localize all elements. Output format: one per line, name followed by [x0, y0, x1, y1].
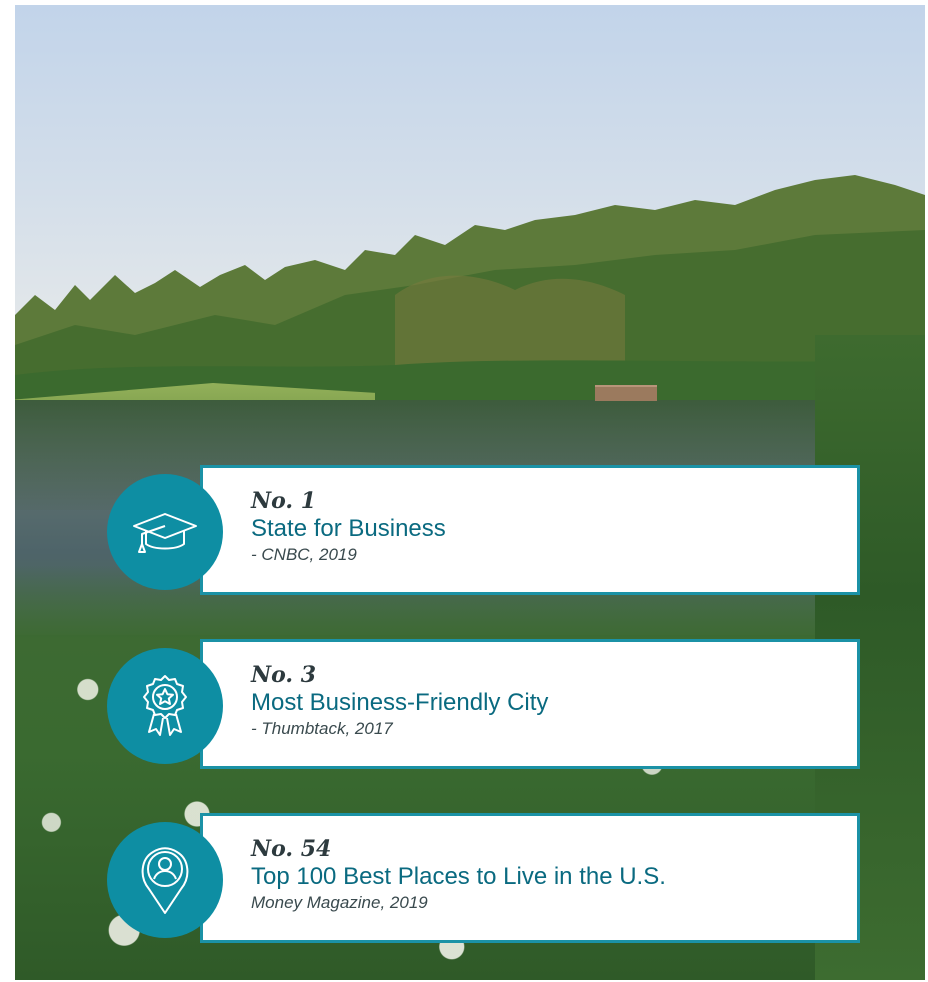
award-badge — [107, 648, 223, 764]
location-badge — [107, 822, 223, 938]
ranking-source: - Thumbtack, 2017 — [251, 719, 393, 738]
rank-label: No. 3 — [251, 662, 317, 688]
location-person-icon — [141, 847, 189, 914]
graduation-cap-icon — [133, 513, 197, 553]
ranking-card-1: No. 1 State for Business - CNBC, 2019 — [200, 465, 860, 595]
treeline — [15, 175, 925, 405]
ranking-source: - CNBC, 2019 — [251, 545, 357, 564]
ranking-title: State for Business — [251, 515, 446, 542]
ranking-card-2: No. 3 Most Business-Friendly City - Thum… — [200, 639, 860, 769]
ranking-source: Money Magazine, 2019 — [251, 893, 428, 912]
ranking-card-3: No. 54 Top 100 Best Places to Live in th… — [200, 813, 860, 943]
ranking-title: Most Business-Friendly City — [251, 689, 549, 716]
rank-label: No. 54 — [251, 836, 332, 862]
dock — [595, 385, 657, 401]
rank-label: No. 1 — [251, 488, 317, 514]
graduation-cap-badge — [107, 474, 223, 590]
ranking-title: Top 100 Best Places to Live in the U.S. — [251, 863, 666, 890]
award-ribbon-icon — [143, 675, 187, 736]
